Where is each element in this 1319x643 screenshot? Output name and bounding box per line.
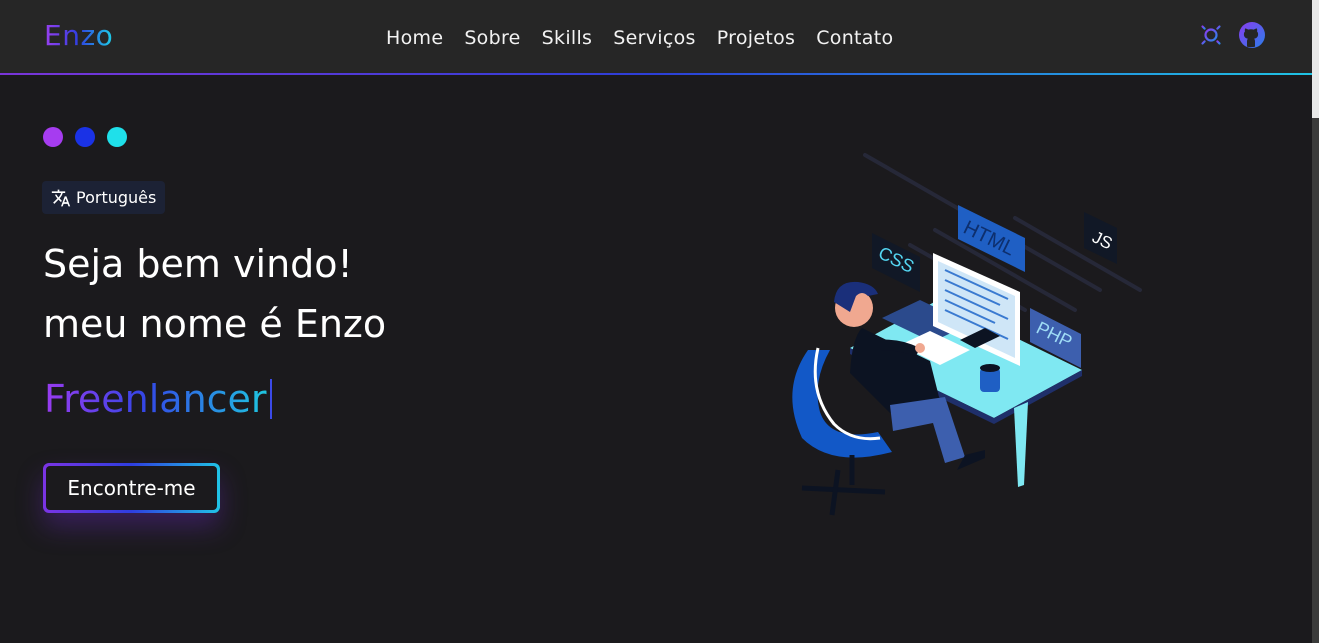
nav-link-home[interactable]: Home (386, 27, 443, 49)
typed-role: Freenlancer (44, 377, 272, 421)
decorative-dots (43, 127, 127, 147)
nav-link-skills[interactable]: Skills (542, 27, 593, 49)
find-me-label: Encontre-me (46, 466, 217, 510)
greeting-heading: Seja bem vindo! meu nome é Enzo (43, 234, 386, 354)
nav-link-projetos[interactable]: Projetos (717, 27, 795, 49)
scrollbar-thumb[interactable] (1312, 0, 1319, 118)
page-scrollbar[interactable] (1312, 0, 1319, 643)
js-tag: JS (1084, 212, 1117, 264)
coffee-mug (980, 364, 1000, 392)
greeting-line-1: Seja bem vindo! (43, 242, 353, 286)
navbar-underline (0, 73, 1312, 75)
dot-cyan (107, 127, 127, 147)
theme-toggle-sun-icon[interactable] (1197, 21, 1225, 49)
dot-blue (75, 127, 95, 147)
typing-caret (269, 379, 272, 419)
github-icon[interactable] (1238, 21, 1266, 49)
nav-link-sobre[interactable]: Sobre (464, 27, 520, 49)
developer-illustration: HTML JS CSS PHP (792, 153, 1142, 516)
language-button[interactable]: Português (42, 181, 166, 214)
role-text: Freenlancer (44, 377, 267, 421)
site-logo[interactable]: Enzo (44, 19, 113, 52)
css-tag: CSS (872, 233, 920, 292)
dot-purple (43, 127, 63, 147)
nav-icons (1197, 21, 1266, 49)
nav-link-contato[interactable]: Contato (816, 27, 893, 49)
navbar: Enzo Home Sobre Skills Serviços Projetos… (0, 0, 1312, 75)
language-label: Português (76, 188, 157, 207)
greeting-line-2: meu nome é Enzo (43, 302, 387, 346)
translate-icon (51, 189, 71, 206)
find-me-button[interactable]: Encontre-me (43, 463, 220, 513)
main-nav: Home Sobre Skills Serviços Projetos Cont… (386, 27, 893, 49)
nav-link-servicos[interactable]: Serviços (613, 27, 695, 49)
